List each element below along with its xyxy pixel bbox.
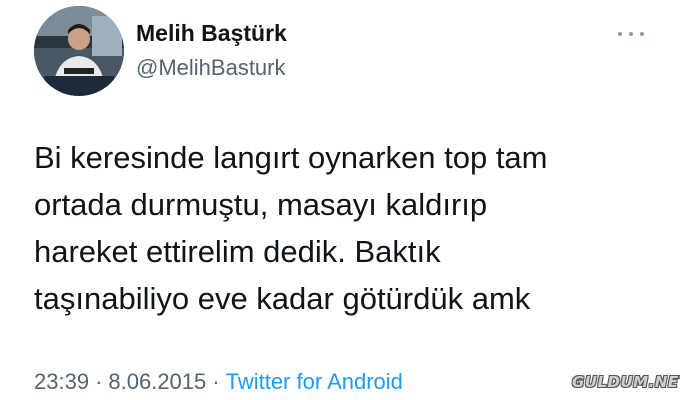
separator: · bbox=[212, 369, 220, 394]
tweet-time[interactable]: 23:39 bbox=[34, 369, 89, 394]
tweet-text: Bi keresinde langırt oynarken top tam or… bbox=[34, 134, 654, 322]
separator: · bbox=[95, 369, 103, 394]
tweet-card: Melih Baştürk @MelihBasturk Bi keresinde… bbox=[0, 0, 680, 400]
tweet-date[interactable]: 8.06.2015 bbox=[108, 369, 206, 394]
tweet-text-line: Bi keresinde langırt oynarken top tam bbox=[34, 140, 548, 175]
dot bbox=[629, 32, 633, 36]
tweet-text-line: hareket ettirelim dedik. Baktık bbox=[34, 234, 441, 269]
tweet-source-link[interactable]: Twitter for Android bbox=[226, 369, 403, 394]
avatar[interactable] bbox=[34, 6, 124, 96]
tweet-text-line: taşınabiliyo eve kadar götürdük amk bbox=[34, 281, 531, 316]
author-display-name[interactable]: Melih Baştürk bbox=[136, 20, 287, 47]
more-options-icon[interactable] bbox=[618, 28, 644, 40]
author-handle[interactable]: @MelihBasturk bbox=[136, 55, 286, 81]
tweet-metadata: 23:39 · 8.06.2015 · Twitter for Android bbox=[34, 369, 403, 395]
dot bbox=[618, 32, 622, 36]
dot bbox=[640, 32, 644, 36]
tweet-text-line: ortada durmuştu, masayı kaldırıp bbox=[34, 187, 488, 222]
watermark: GULDUM.NET bbox=[572, 370, 680, 394]
